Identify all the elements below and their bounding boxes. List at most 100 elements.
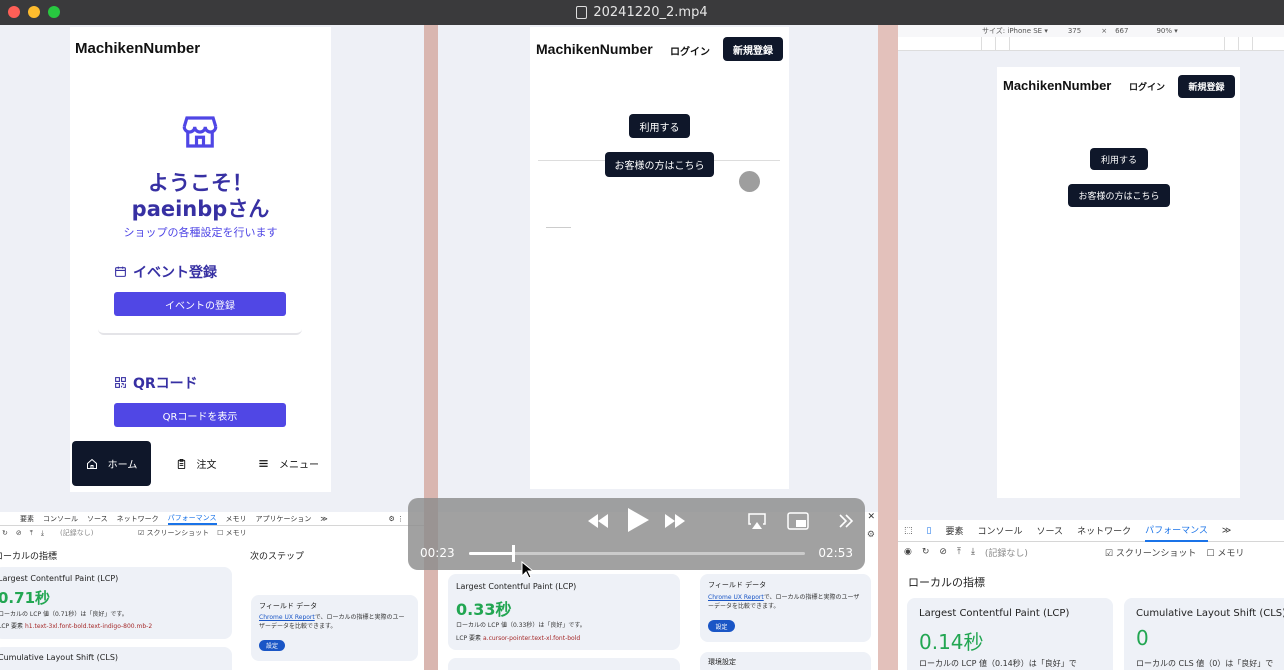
signup-button[interactable]: 新規登録 <box>723 37 783 61</box>
devtools-left: 要素 コンソール ソース ネットワーク パフォーマンス メモリ アプリケーション… <box>0 512 424 670</box>
device-height-input[interactable]: 667 <box>1115 27 1128 35</box>
inspect-icon[interactable]: ⬚ <box>904 526 913 536</box>
memory-checkbox[interactable]: ☐ メモリ <box>1206 546 1244 559</box>
window-title: 20241220_2.mp4 <box>593 5 708 20</box>
tab-network[interactable]: ネットワーク <box>117 514 159 524</box>
tab-application[interactable]: アプリケーション <box>256 514 312 524</box>
file-icon <box>576 6 588 19</box>
device-size-select[interactable]: サイズ: iPhone SE ▾ <box>982 26 1048 36</box>
nav-menu-label: メニュー <box>279 460 319 471</box>
brand-logo[interactable]: MachikenNumber <box>536 41 653 57</box>
cls-title: Cumulative Layout Shift (CLS) <box>1136 608 1284 619</box>
clear-icon[interactable]: ⊘ <box>16 529 22 537</box>
rewind-icon[interactable] <box>586 512 610 530</box>
pane-divider-left[interactable] <box>424 25 438 670</box>
recording-select[interactable]: (記録なし) <box>60 528 130 538</box>
tab-memory[interactable]: メモリ <box>226 514 247 524</box>
signup-button[interactable]: 新規登録 <box>1178 75 1235 98</box>
mobile-page-landing: MachikenNumber ログイン 新規登録 利用する お客様の方はこちら <box>530 27 789 489</box>
customer-button[interactable]: お客様の方はこちら <box>1068 184 1170 207</box>
more-controls-icon[interactable] <box>838 514 854 528</box>
screenshot-checkbox[interactable]: ☑ スクリーンショット <box>138 528 209 538</box>
tab-network[interactable]: ネットワーク <box>1077 524 1131 537</box>
reload-icon[interactable]: ↻ <box>2 529 8 537</box>
lcp-card-container: Largest Contentful Paint (LCP) 0.71秒 ローカ… <box>0 567 232 670</box>
reload-icon[interactable]: ↻ <box>922 547 930 557</box>
field-settings-button[interactable]: 設定 <box>259 640 285 651</box>
upload-icon[interactable]: ⤒ <box>957 547 961 557</box>
mouse-cursor-icon <box>521 561 533 579</box>
use-button[interactable]: 利用する <box>1090 148 1148 170</box>
progress-playhead[interactable] <box>511 545 515 562</box>
device-toggle-icon[interactable]: ▯ <box>927 526 932 536</box>
record-icon[interactable]: ◉ <box>904 547 912 557</box>
field-settings-button[interactable]: 設定 <box>708 620 735 632</box>
settings-gear-icon[interactable]: ⚙ <box>867 530 875 540</box>
lcp-card: Largest Contentful Paint (LCP) 0.33秒 ローカ… <box>448 574 680 650</box>
lcp-element: LCP 要素 h1.text-3xl.font-bold.text-indigo… <box>0 621 152 630</box>
more-tabs-button[interactable]: ≫ <box>1222 526 1231 536</box>
brand-logo[interactable]: MachikenNumber <box>1003 78 1111 93</box>
zoom-window-button[interactable] <box>48 6 60 18</box>
download-icon[interactable]: ⤓ <box>971 547 975 557</box>
pane-divider-right[interactable] <box>878 25 898 670</box>
recording-select[interactable]: (記録なし) <box>985 546 1095 559</box>
lcp-description: ローカルの LCP 値（0.14秒）は「良好」で <box>919 659 1077 668</box>
download-icon[interactable]: ⤓ <box>41 529 44 538</box>
zoom-select[interactable]: 90% ▾ <box>1156 27 1177 35</box>
device-toolbar: サイズ: iPhone SE ▾ 375 × 667 90% ▾ <box>898 25 1284 37</box>
middle-pane: MachikenNumber ログイン 新規登録 利用する お客様の方はこちら … <box>438 25 878 670</box>
elapsed-time: 00:23 <box>420 546 455 560</box>
use-button[interactable]: 利用する <box>629 114 690 138</box>
memory-label: メモリ <box>225 529 247 537</box>
upload-icon[interactable]: ⤒ <box>30 529 33 538</box>
field-data-card: フィールド データ Chrome UX Reportで、ローカルの指標と実際のユ… <box>251 595 418 661</box>
local-metrics-heading: ローカルの指標 <box>908 576 985 589</box>
more-tabs-button[interactable]: ≫ <box>320 515 327 523</box>
minimize-window-button[interactable] <box>28 6 40 18</box>
nav-menu[interactable]: メニュー <box>246 441 331 486</box>
total-time: 02:53 <box>818 546 853 560</box>
airplay-icon[interactable] <box>748 513 766 530</box>
settings-gear-icon[interactable]: ⚙ ⋮ <box>388 515 404 523</box>
device-width-input[interactable]: 375 <box>1068 27 1081 35</box>
clear-icon[interactable]: ⊘ <box>939 547 947 557</box>
qr-heading: QRコード <box>133 376 198 392</box>
tab-performance[interactable]: パフォーマンス <box>167 513 217 525</box>
tab-console[interactable]: コンソール <box>977 524 1022 537</box>
chrome-ux-report-link[interactable]: Chrome UX Report <box>259 614 315 621</box>
mobile-page-dashboard: MachikenNumber ようこそ！ paeinbpさん ショップの各種設定… <box>70 27 331 492</box>
tab-performance[interactable]: パフォーマンス <box>1145 520 1208 542</box>
lcp-element-label: LCP 要素 <box>0 623 24 630</box>
event-register-button[interactable]: イベントの登録 <box>114 292 286 316</box>
lcp-element-selector[interactable]: h1.text-3xl.font-bold.text-indigo-800.mb… <box>25 623 152 630</box>
subtitle: ショップの各種設定を行います <box>123 226 278 239</box>
chrome-ux-report-link[interactable]: Chrome UX Report <box>708 594 764 601</box>
close-window-button[interactable] <box>8 6 20 18</box>
nav-orders[interactable]: 注文 <box>165 441 227 486</box>
window-titlebar: 20241220_2.mp4 <box>0 0 1284 25</box>
picture-in-picture-icon[interactable] <box>787 512 809 530</box>
lcp-element: LCP 要素 a.cursor-pointer.text-xl.font-bol… <box>456 633 580 642</box>
tab-console[interactable]: コンソール <box>43 514 78 524</box>
show-qr-button[interactable]: QRコードを表示 <box>114 403 286 427</box>
tab-elements[interactable]: 要素 <box>945 524 963 537</box>
play-icon[interactable] <box>625 506 651 534</box>
customer-button[interactable]: お客様の方はこちら <box>605 152 714 177</box>
login-link[interactable]: ログイン <box>670 43 710 58</box>
fast-forward-icon[interactable] <box>663 512 687 530</box>
login-link[interactable]: ログイン <box>1129 80 1165 93</box>
tab-sources[interactable]: ソース <box>1037 524 1064 537</box>
media-query-bar[interactable] <box>898 37 1284 51</box>
progress-track[interactable] <box>469 545 805 562</box>
cls-card <box>448 658 680 670</box>
lcp-card: Largest Contentful Paint (LCP) 0.71秒 ローカ… <box>0 567 232 639</box>
lcp-element-selector[interactable]: a.cursor-pointer.text-xl.font-bold <box>483 635 580 642</box>
memory-checkbox[interactable]: ☐ メモリ <box>217 528 247 538</box>
brand-logo[interactable]: MachikenNumber <box>75 40 200 57</box>
nav-home[interactable]: ホーム <box>72 441 151 486</box>
screenshot-checkbox[interactable]: ☑ スクリーンショット <box>1105 546 1197 559</box>
tab-sources[interactable]: ソース <box>87 514 108 524</box>
tab-elements[interactable]: 要素 <box>20 514 34 524</box>
close-devtools-icon[interactable]: ✕ <box>867 512 875 522</box>
